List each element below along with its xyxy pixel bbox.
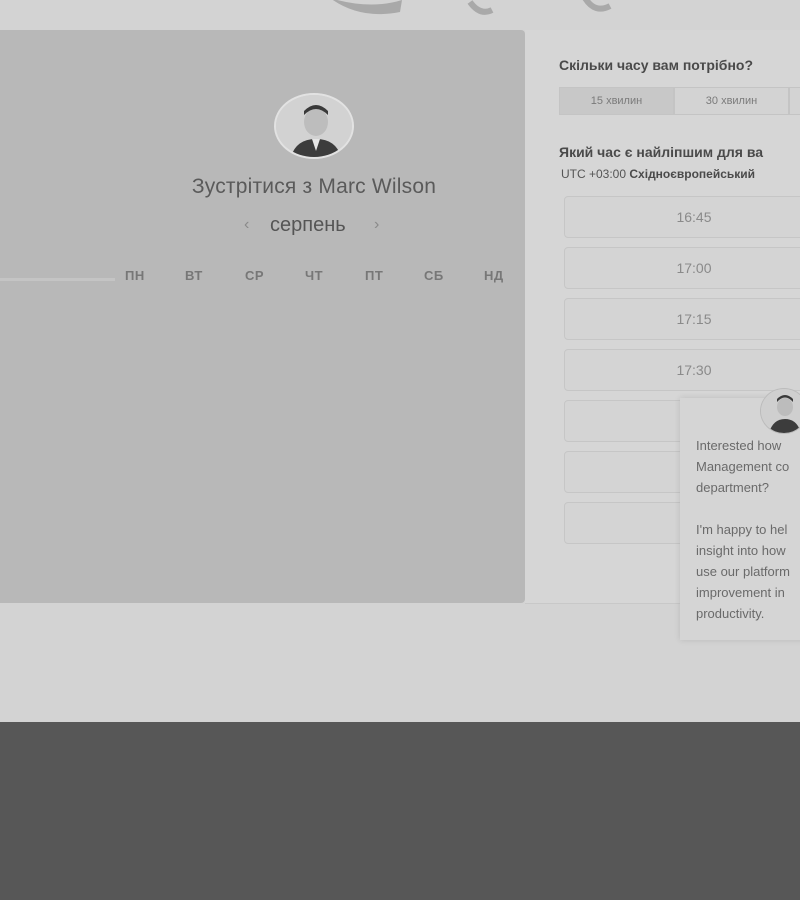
chevron-left-icon[interactable]: ‹ <box>244 216 249 234</box>
weekday-thu: чт <box>305 268 324 283</box>
weekday-sat: сб <box>424 268 444 283</box>
weekday-sun: нд <box>484 268 504 283</box>
brand-logo <box>333 0 612 15</box>
weekday-tue: вт <box>185 268 203 283</box>
duration-30-tab[interactable]: 30 хвилин <box>674 87 789 115</box>
time-slot[interactable]: 17:00 <box>564 247 800 289</box>
time-slot[interactable]: 17:15 <box>564 298 800 340</box>
host-avatar <box>274 93 354 159</box>
weekday-wed: ср <box>245 268 265 283</box>
timezone-selector[interactable]: UTC +03:00 Східноєвропейський <box>561 167 755 181</box>
month-navigator: ‹ серпень › <box>240 214 390 240</box>
page-content: Зустрітися з Marc Wilson ‹ серпень › пн … <box>0 0 800 722</box>
duration-tabs: 15 хвилин 30 хвилин <box>559 87 800 115</box>
calendar-card <box>0 30 525 603</box>
time-question: Який час є найліпшим для ва <box>559 144 764 160</box>
weekday-divider <box>0 278 115 281</box>
chat-message-offer: I'm happy to hel insight into how use ou… <box>696 522 790 621</box>
timezone-offset: UTC +03:00 <box>561 167 627 181</box>
month-label: серпень <box>270 214 346 236</box>
duration-more-tab[interactable] <box>789 87 800 115</box>
weekday-fri: пт <box>365 268 384 283</box>
time-slot[interactable]: 17:30 <box>564 349 800 391</box>
time-slot[interactable]: 16:45 <box>564 196 800 238</box>
timezone-name: Східноєвропейський <box>629 167 756 181</box>
chat-avatar <box>760 388 800 434</box>
chat-message-intro: Interested how Management co department? <box>696 438 790 495</box>
duration-question: Скільки часу вам потрібно? <box>559 57 754 73</box>
weekday-mon: пн <box>125 268 145 283</box>
chevron-right-icon[interactable]: › <box>374 216 379 234</box>
duration-15-tab[interactable]: 15 хвилин <box>559 87 674 115</box>
